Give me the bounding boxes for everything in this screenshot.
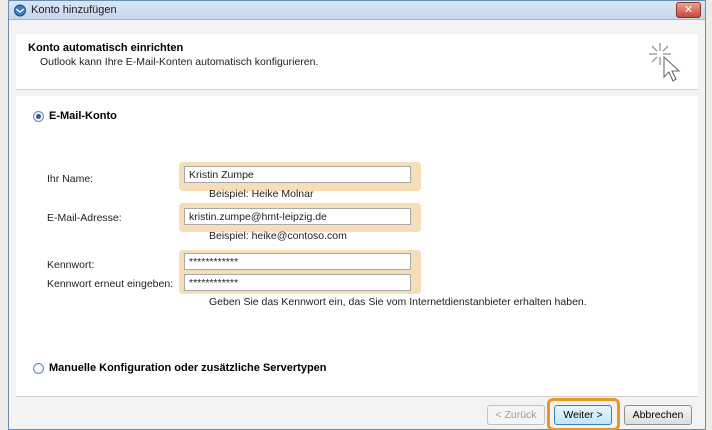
footer-separator <box>16 396 698 397</box>
name-hint: Beispiel: Heike Molnar <box>209 188 314 200</box>
password-input[interactable] <box>184 253 411 270</box>
email-account-radio[interactable] <box>33 111 44 122</box>
email-input[interactable] <box>184 208 411 225</box>
cursor-sparkle-icon <box>646 37 686 85</box>
email-label: E-Mail-Adresse: <box>47 212 122 224</box>
password-confirm-label: Kennwort erneut eingeben: <box>47 278 174 290</box>
header-subtitle: Outlook kann Ihre E-Mail-Konten automati… <box>40 56 319 68</box>
title-bar: Konto hinzufügen ✕ <box>9 1 705 20</box>
password-label: Kennwort: <box>47 259 95 271</box>
close-button[interactable]: ✕ <box>676 2 701 18</box>
next-button[interactable]: Weiter > <box>554 405 612 425</box>
name-input[interactable] <box>184 166 411 183</box>
password-hint: Geben Sie das Kennwort ein, das Sie vom … <box>209 296 587 308</box>
manual-config-radio[interactable] <box>33 363 44 374</box>
window-title: Konto hinzufügen <box>31 4 117 16</box>
password-confirm-input[interactable] <box>184 274 411 291</box>
outlook-icon <box>13 4 27 17</box>
wizard-body: E-Mail-Konto Ihr Name: Beispiel: Heike M… <box>16 96 698 396</box>
dialog-window: Konto hinzufügen ✕ Konto automatisch ein… <box>8 0 706 430</box>
email-hint: Beispiel: heike@contoso.com <box>209 230 347 242</box>
header-title: Konto automatisch einrichten <box>28 42 184 54</box>
email-account-label[interactable]: E-Mail-Konto <box>49 110 117 122</box>
wizard-header: Konto automatisch einrichten Outlook kan… <box>16 34 698 90</box>
cancel-button[interactable]: Abbrechen <box>624 405 692 425</box>
manual-config-label[interactable]: Manuelle Konfiguration oder zusätzliche … <box>49 362 327 374</box>
back-button[interactable]: < Zurück <box>487 405 545 425</box>
name-label: Ihr Name: <box>47 173 94 185</box>
